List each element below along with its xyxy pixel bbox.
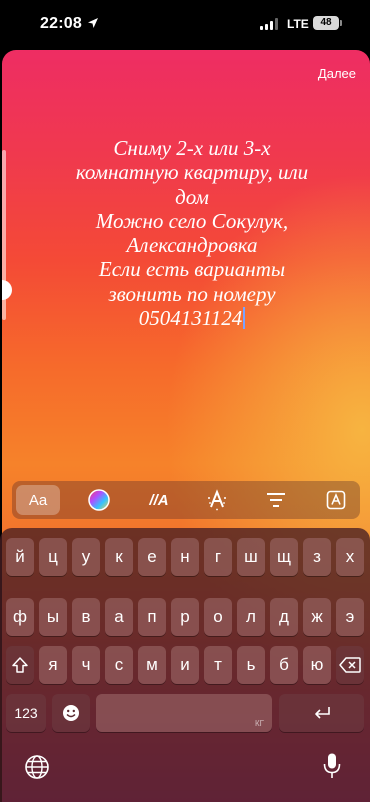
color-wheel-icon — [88, 489, 110, 511]
key[interactable]: в — [72, 598, 100, 636]
keyboard: й ц у к е н г ш щ з х ф ы в а п р о л д … — [0, 528, 370, 802]
key[interactable]: н — [171, 538, 199, 576]
emoji-icon — [63, 705, 79, 721]
return-key[interactable] — [279, 694, 364, 732]
clock: 22:08 — [40, 15, 82, 32]
key[interactable]: й — [6, 538, 34, 576]
key[interactable]: л — [237, 598, 265, 636]
numbers-key[interactable]: 123 — [6, 694, 46, 732]
battery-icon: 48 — [313, 16, 342, 30]
status-bar: 22:08 LTE 48 — [0, 0, 370, 50]
key[interactable]: з — [303, 538, 331, 576]
story-text-field[interactable]: Сниму 2-х или 3-х комнатную квартиру, ил… — [22, 136, 362, 330]
key[interactable]: к — [105, 538, 133, 576]
key[interactable]: р — [171, 598, 199, 636]
key[interactable]: щ — [270, 538, 298, 576]
done-button[interactable]: Далее — [318, 66, 356, 81]
globe-icon[interactable] — [24, 754, 50, 780]
key[interactable]: у — [72, 538, 100, 576]
key[interactable]: м — [138, 646, 166, 684]
backspace-key[interactable] — [336, 646, 364, 684]
story-text-content: Сниму 2-х или 3-х комнатную квартиру, ил… — [75, 136, 309, 331]
key[interactable]: ж — [303, 598, 331, 636]
text-background-button[interactable] — [321, 485, 351, 515]
font-style-button[interactable]: Aa — [16, 485, 60, 515]
key[interactable]: п — [138, 598, 166, 636]
key[interactable]: ф — [6, 598, 34, 636]
key[interactable]: ц — [39, 538, 67, 576]
shift-key[interactable] — [6, 646, 34, 684]
shift-icon — [12, 657, 28, 673]
color-picker-button[interactable] — [84, 485, 114, 515]
key[interactable]: ы — [39, 598, 67, 636]
key[interactable]: е — [138, 538, 166, 576]
return-icon — [314, 707, 330, 719]
key[interactable]: ш — [237, 538, 265, 576]
signal-strength-icon — [260, 18, 278, 30]
text-cursor — [243, 307, 246, 330]
text-size-slider-handle[interactable] — [2, 280, 12, 300]
text-tools-toolbar: Aa //A — [12, 481, 360, 519]
key[interactable]: ч — [72, 646, 100, 684]
key[interactable]: г — [204, 538, 232, 576]
key[interactable]: ь — [237, 646, 265, 684]
text-align-button[interactable] — [261, 485, 291, 515]
key[interactable]: э — [336, 598, 364, 636]
key[interactable]: а — [105, 598, 133, 636]
key[interactable]: и — [171, 646, 199, 684]
text-background-icon — [326, 490, 346, 510]
key[interactable]: с — [105, 646, 133, 684]
sparkle-text-effect-icon — [208, 489, 226, 511]
key[interactable]: т — [204, 646, 232, 684]
keyboard-language-code: КГ — [255, 719, 264, 728]
network-type: LTE — [287, 17, 309, 31]
microphone-icon[interactable] — [322, 752, 342, 780]
key[interactable]: х — [336, 538, 364, 576]
emoji-key[interactable] — [52, 694, 90, 732]
space-key[interactable]: КГ — [96, 694, 272, 732]
key[interactable]: б — [270, 646, 298, 684]
text-animation-button[interactable]: //A — [144, 485, 174, 515]
key[interactable]: я — [39, 646, 67, 684]
align-center-icon — [267, 493, 285, 507]
key[interactable]: д — [270, 598, 298, 636]
key[interactable]: ю — [303, 646, 331, 684]
key[interactable]: о — [204, 598, 232, 636]
backspace-icon — [339, 657, 361, 673]
text-effect-button[interactable] — [202, 485, 232, 515]
location-arrow-icon — [88, 18, 98, 28]
